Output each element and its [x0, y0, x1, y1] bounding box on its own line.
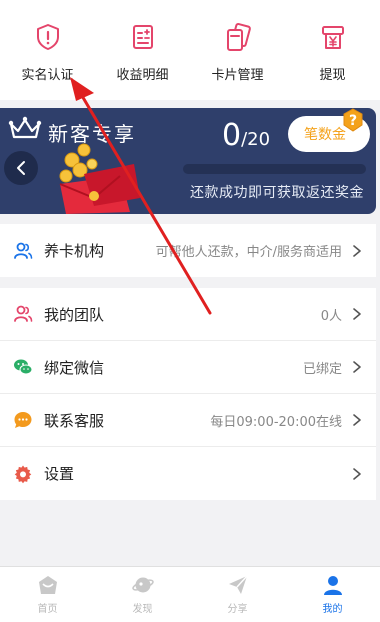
row-value: 每日09:00-20:00在线: [210, 414, 342, 430]
row-label: 设置: [44, 465, 75, 483]
row-label: 我的团队: [44, 305, 105, 324]
users-icon: [12, 240, 34, 262]
row-settings[interactable]: 设置: [0, 447, 376, 500]
menu-card: 我的团队 0人 绑定微信 已绑定 联系客服 每日09:00-20:00在线 设置: [0, 288, 376, 500]
crown-icon: [8, 116, 42, 139]
row-value: 0人: [320, 308, 342, 324]
nav-share[interactable]: 分享: [190, 567, 285, 622]
paper-plane-icon: [228, 575, 248, 594]
wechat-icon: [12, 356, 34, 378]
shield-alert-icon: [36, 24, 59, 50]
banner-count: 0/20: [222, 118, 270, 153]
nav-label: 我的: [322, 604, 343, 615]
row-my-team[interactable]: 我的团队 0人: [0, 288, 376, 341]
verify-identity-button[interactable]: 实名认证: [0, 0, 95, 100]
new-customer-banner[interactable]: 新客专享 0/20 笔数金 ? 还款成功即可获取返还奖金: [0, 108, 376, 214]
row-customer-service[interactable]: 联系客服 每日09:00-20:00在线: [0, 394, 376, 447]
row-label: 联系客服: [44, 411, 105, 430]
nav-label: 发现: [132, 604, 153, 615]
bottom-navigation: 首页 发现 分享 我的: [0, 566, 380, 622]
verify-identity-label: 实名认证: [21, 68, 74, 83]
count-total: /20: [241, 129, 271, 150]
gear-icon: [12, 463, 34, 485]
nav-discover[interactable]: 发现: [95, 567, 190, 622]
person-icon: [323, 576, 342, 595]
row-label: 绑定微信: [44, 358, 105, 377]
withdraw-button[interactable]: 提现: [285, 0, 380, 100]
planet-icon: [131, 577, 154, 593]
nav-label: 分享: [227, 604, 248, 615]
agency-card: 养卡机构 可帮他人还款，中介/服务商适用: [0, 224, 376, 277]
card-management-label: 卡片管理: [211, 68, 264, 83]
nav-home[interactable]: 首页: [0, 567, 95, 622]
chevron-right-icon: [353, 467, 361, 480]
chevron-left-icon: [17, 161, 25, 175]
ledger-icon: [132, 25, 153, 49]
row-card-agency[interactable]: 养卡机构 可帮他人还款，中介/服务商适用: [0, 224, 376, 277]
row-value: 可帮他人还款，中介/服务商适用: [155, 245, 342, 260]
nav-label: 首页: [37, 604, 58, 615]
count-current: 0: [222, 118, 242, 153]
chevron-right-icon: [353, 414, 361, 426]
banner-prev-button[interactable]: [4, 151, 38, 185]
row-label: 养卡机构: [44, 242, 105, 260]
card-management-button[interactable]: 卡片管理: [190, 0, 285, 100]
chevron-right-icon: [353, 361, 361, 373]
svg-text:?: ?: [349, 113, 357, 129]
banner-subtitle: 还款成功即可获取返还奖金: [190, 185, 364, 201]
card-icon: [226, 22, 251, 51]
nav-mine[interactable]: 我的: [285, 567, 380, 622]
chevron-right-icon: [353, 244, 361, 257]
yen-withdraw-icon: [321, 26, 344, 49]
question-icon[interactable]: ?: [342, 108, 364, 132]
earnings-detail-button[interactable]: 收益明细: [95, 0, 190, 100]
row-value: 已绑定: [302, 361, 342, 377]
progress-bar: [183, 164, 366, 174]
user-group-icon: [12, 303, 34, 325]
row-bind-wechat[interactable]: 绑定微信 已绑定: [0, 341, 376, 394]
quick-actions-bar: 实名认证 收益明细 卡片管理 提现: [0, 0, 380, 100]
earnings-detail-label: 收益明细: [116, 68, 169, 83]
chat-bubble-icon: [12, 409, 34, 431]
chevron-right-icon: [353, 308, 361, 320]
red-envelope-coins-icon: [59, 143, 140, 214]
home-icon: [38, 576, 57, 594]
withdraw-label: 提现: [319, 68, 346, 83]
